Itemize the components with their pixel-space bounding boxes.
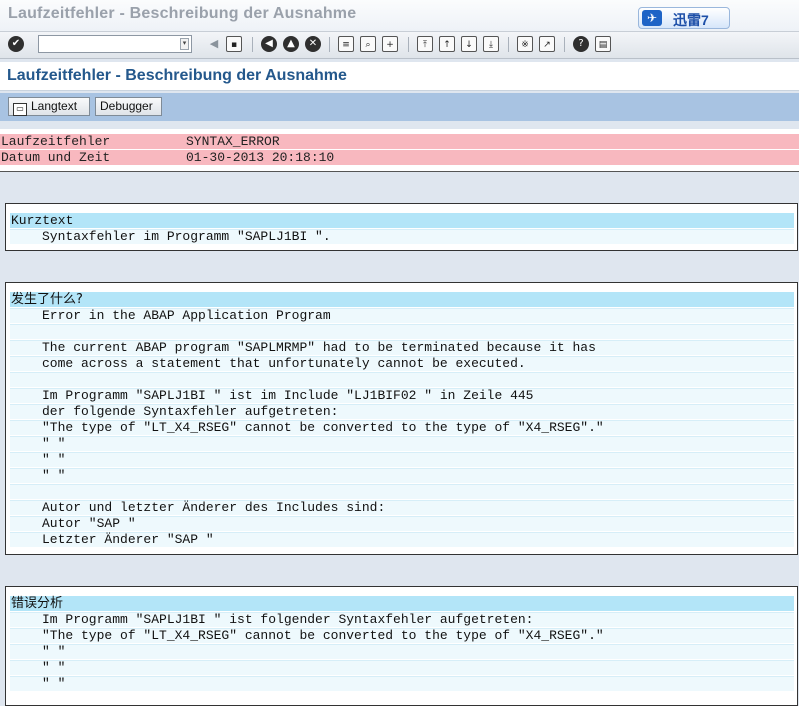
find-icon[interactable]: ⌕: [360, 36, 376, 52]
screen-heading: Laufzeitfehler - Beschreibung der Ausnah…: [0, 62, 799, 91]
text-line: Autor und letzter Änderer des Includes s…: [10, 500, 794, 515]
layout-icon[interactable]: ▤: [595, 36, 611, 52]
text-line: " ": [10, 436, 794, 451]
kurztext-heading: Kurztext: [10, 213, 794, 228]
error-analysis-heading: 错误分析: [10, 596, 794, 611]
xunlei-label: 迅雷7: [673, 12, 709, 28]
text-line: " ": [10, 468, 794, 483]
help-icon[interactable]: ?: [573, 36, 589, 52]
command-field[interactable]: ▾: [38, 35, 192, 53]
shortcut-icon[interactable]: ↗: [539, 36, 555, 52]
standard-toolbar: ✔ ▾ ◀ ▪ ◀ ▲ ✕ ≡ ⌕ + ⤒ ↑ ↓ ⤓ ※ ↗ ? ▤: [0, 31, 799, 59]
command-dropdown-icon[interactable]: ▾: [180, 38, 189, 50]
text-line: "The type of "LT_X4_RSEG" cannot be conv…: [10, 420, 794, 435]
error-analysis-panel: 错误分析 Im Programm "SAPLJ1BI " ist folgend…: [5, 586, 798, 706]
document-icon: ▭: [13, 103, 27, 116]
error-row: Datum und Zeit 01-30-2013 20:18:10: [0, 150, 799, 165]
next-page-icon[interactable]: ↓: [461, 36, 477, 52]
text-line: Syntaxfehler im Programm "SAPLJ1BI ".: [10, 229, 794, 244]
text-line: " ": [10, 452, 794, 467]
print-icon[interactable]: ≡: [338, 36, 354, 52]
text-line: der folgende Syntaxfehler aufgetreten:: [10, 404, 794, 419]
text-line: [10, 372, 794, 387]
debugger-button[interactable]: Debugger: [95, 97, 162, 116]
exit-icon[interactable]: ▲: [283, 36, 299, 52]
window-title: Laufzeitfehler - Beschreibung der Ausnah…: [8, 5, 357, 22]
text-line: " ": [10, 660, 794, 675]
error-summary: Laufzeitfehler SYNTAX_ERROR Datum und Ze…: [0, 129, 799, 172]
what-happened-heading: 发生了什么?: [10, 292, 794, 307]
page-title: Laufzeitfehler - Beschreibung der Ausnah…: [7, 67, 347, 84]
text-line: Im Programm "SAPLJ1BI " ist folgender Sy…: [10, 612, 794, 627]
kurztext-panel: Kurztext Syntaxfehler im Programm "SAPLJ…: [5, 203, 798, 251]
last-page-icon[interactable]: ⤓: [483, 36, 499, 52]
text-line: [10, 484, 794, 499]
what-happened-panel: 发生了什么? Error in the ABAP Application Pro…: [5, 282, 798, 555]
text-line: "The type of "LT_X4_RSEG" cannot be conv…: [10, 628, 794, 643]
xunlei-bird-icon: ✈: [642, 10, 662, 26]
error-row: Laufzeitfehler SYNTAX_ERROR: [0, 134, 799, 149]
text-line: " ": [10, 644, 794, 659]
prev-page-icon[interactable]: ↑: [439, 36, 455, 52]
save-icon[interactable]: ▪: [226, 36, 242, 52]
back-nav-icon[interactable]: ◀: [261, 36, 277, 52]
text-line: Autor "SAP ": [10, 516, 794, 531]
text-line: " ": [10, 676, 794, 691]
xunlei-button[interactable]: ✈ 迅雷7: [638, 7, 730, 29]
new-session-icon[interactable]: ※: [517, 36, 533, 52]
text-line: [10, 324, 794, 339]
error-value: SYNTAX_ERROR: [186, 134, 280, 149]
window-title-bar: Laufzeitfehler - Beschreibung der Ausnah…: [0, 0, 799, 31]
debugger-label: Debugger: [100, 99, 153, 113]
application-toolbar: ▭ Langtext Debugger: [0, 93, 799, 121]
text-line: come across a statement that unfortunate…: [10, 356, 794, 371]
error-value: 01-30-2013 20:18:10: [186, 150, 335, 165]
cancel-icon[interactable]: ✕: [305, 36, 321, 52]
back-icon[interactable]: ◀: [206, 36, 222, 52]
text-line: Error in the ABAP Application Program: [10, 308, 794, 323]
langtext-button[interactable]: ▭ Langtext: [8, 97, 90, 116]
find-next-icon[interactable]: +: [382, 36, 398, 52]
error-key: Datum und Zeit: [1, 150, 111, 165]
first-page-icon[interactable]: ⤒: [417, 36, 433, 52]
langtext-label: Langtext: [31, 99, 78, 113]
text-line: Letzter Änderer "SAP ": [10, 532, 794, 547]
enter-icon[interactable]: ✔: [8, 36, 24, 52]
text-line: Im Programm "SAPLJ1BI " ist im Include "…: [10, 388, 794, 403]
text-line: The current ABAP program "SAPLMRMP" had …: [10, 340, 794, 355]
error-key: Laufzeitfehler: [1, 134, 111, 149]
